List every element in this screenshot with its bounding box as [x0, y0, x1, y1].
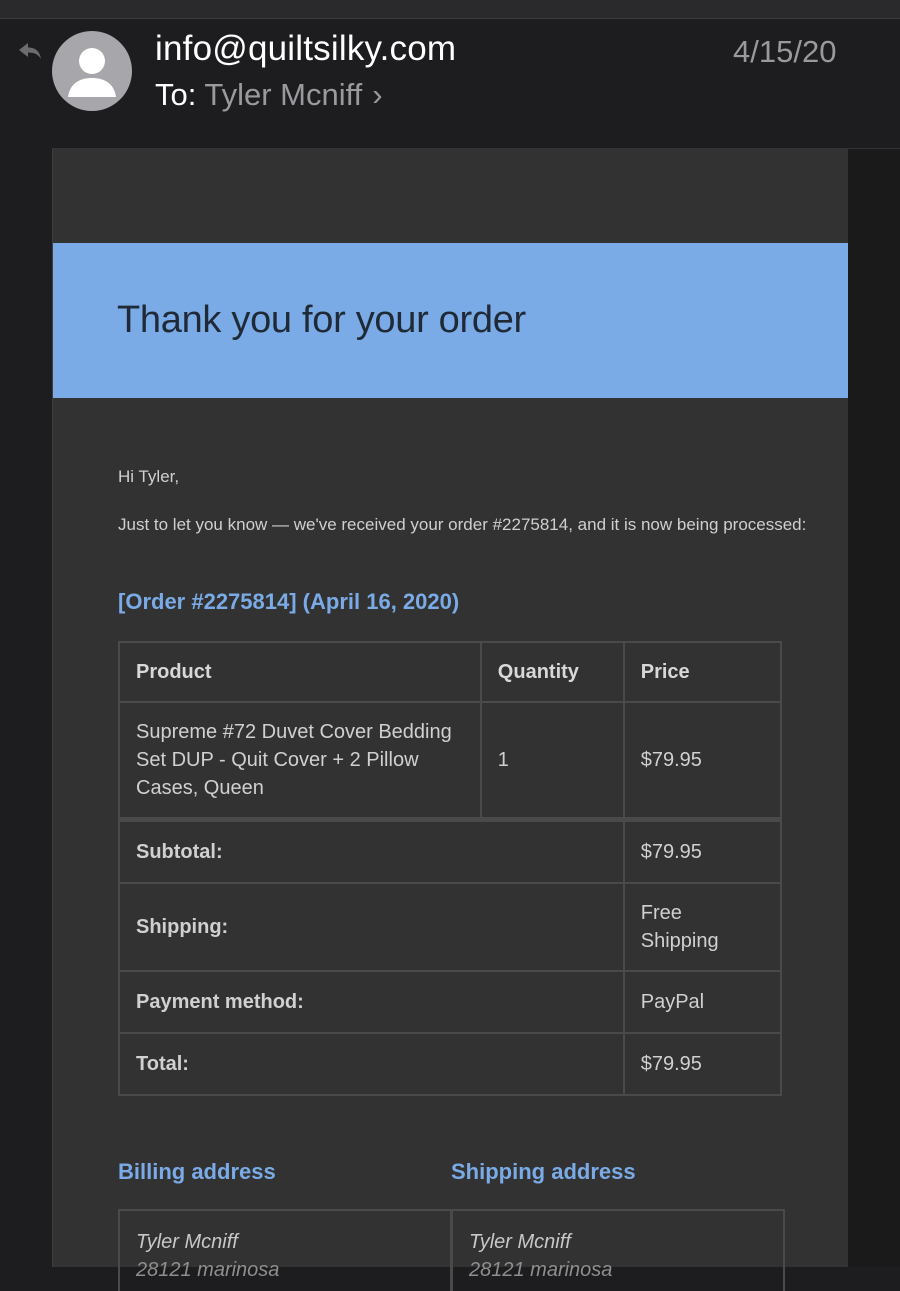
- shipping-value: Free Shipping: [622, 882, 783, 972]
- item-quantity: 1: [479, 701, 625, 820]
- right-gutter: [848, 149, 900, 1267]
- total-label: Total:: [118, 1032, 625, 1096]
- to-label: To:: [155, 77, 197, 112]
- billing-street: 28121 marinosa: [136, 1259, 280, 1281]
- message-date: 4/15/20: [733, 34, 837, 69]
- billing-name: Tyler Mcniff: [136, 1231, 238, 1253]
- shipping-address-box: Tyler Mcniff 28121 marinosa: [451, 1209, 785, 1291]
- order-banner: Thank you for your order: [53, 243, 848, 398]
- billing-address-heading: Billing address: [118, 1159, 276, 1184]
- greeting-text: Hi Tyler,: [118, 467, 180, 486]
- summary-row-subtotal: Subtotal: $79.95: [118, 820, 783, 884]
- summary-row-total: Total: $79.95: [118, 1032, 783, 1096]
- top-toolbar-strip: [0, 0, 900, 19]
- recipient-name[interactable]: Tyler Mcniff: [204, 77, 362, 112]
- banner-title: Thank you for your order: [117, 299, 526, 341]
- shipping-address-heading: Shipping address: [451, 1159, 636, 1184]
- shipping-label: Shipping:: [118, 882, 625, 972]
- message-header: info@quiltsilky.com To: Tyler Mcniff › 4/1…: [0, 19, 900, 148]
- column-header-quantity: Quantity: [479, 641, 625, 703]
- item-product: Supreme #72 Duvet Cover Bedding Set DUP …: [118, 701, 482, 820]
- order-link[interactable]: [Order #2275814] (April 16, 2020): [118, 589, 459, 615]
- shipping-name: Tyler Mcniff: [469, 1231, 571, 1253]
- subtotal-label: Subtotal:: [118, 820, 625, 884]
- summary-row-shipping: Shipping: Free Shipping: [118, 882, 783, 972]
- shipping-street: 28121 marinosa: [469, 1259, 613, 1281]
- chevron-right-icon[interactable]: ›: [372, 77, 382, 112]
- table-row: Supreme #72 Duvet Cover Bedding Set DUP …: [118, 701, 783, 820]
- payment-label: Payment method:: [118, 970, 625, 1034]
- item-price: $79.95: [622, 701, 783, 820]
- total-value: $79.95: [622, 1032, 783, 1096]
- intro-text: Just to let you know — we've received yo…: [118, 515, 807, 534]
- order-table: Product Quantity Price Supreme #72 Duvet…: [118, 641, 783, 1096]
- sender-avatar: [52, 31, 132, 111]
- person-silhouette-icon: [68, 48, 116, 97]
- reply-arrow-icon[interactable]: [16, 39, 44, 63]
- sender-address[interactable]: info@quiltsilky.com: [155, 29, 456, 69]
- column-header-product: Product: [118, 641, 482, 703]
- recipient-line[interactable]: To: Tyler Mcniff ›: [155, 77, 383, 113]
- table-header-row: Product Quantity Price: [118, 641, 783, 703]
- billing-address-box: Tyler Mcniff 28121 marinosa: [118, 1209, 452, 1291]
- payment-value: PayPal: [622, 970, 783, 1034]
- column-header-price: Price: [622, 641, 783, 703]
- email-body: Thank you for your order Hi Tyler, Just …: [52, 149, 849, 1291]
- summary-row-payment: Payment method: PayPal: [118, 970, 783, 1034]
- subtotal-value: $79.95: [622, 820, 783, 884]
